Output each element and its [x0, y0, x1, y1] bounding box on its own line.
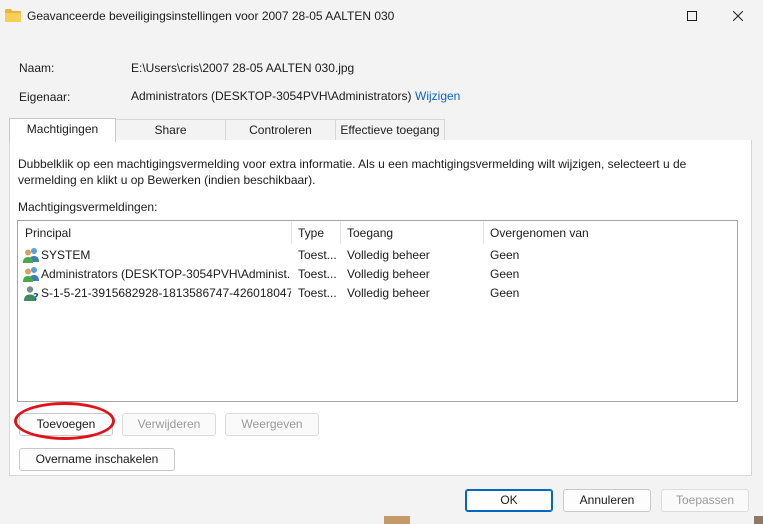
access-cell: Volledig beheer — [347, 248, 430, 262]
svg-text:?: ? — [33, 292, 39, 301]
window-title: Geavanceerde beveiligingsinstellingen vo… — [27, 9, 395, 23]
view-button[interactable]: Weergeven — [225, 413, 319, 436]
maximize-button[interactable] — [669, 0, 715, 32]
tab-label: Machtigingen — [26, 122, 99, 136]
table-row[interactable]: SYSTEM Toest... Volledig beheer Geen — [19, 245, 736, 265]
tab-permissions[interactable]: Machtigingen — [9, 118, 116, 142]
principal-cell: S-1-5-21-3915682928-1813586747-426018047… — [41, 286, 291, 300]
users-icon — [23, 248, 39, 263]
name-value: E:\Users\cris\2007 28-05 AALTEN 030.jpg — [131, 61, 355, 75]
column-header-label: Toegang — [347, 226, 394, 240]
users-icon — [23, 267, 39, 282]
inherited-cell: Geen — [490, 248, 520, 262]
table-row[interactable]: Administrators (DESKTOP-3054PVH\Administ… — [19, 264, 736, 284]
entries-label: Machtigingsvermeldingen: — [18, 200, 158, 214]
access-cell: Volledig beheer — [347, 267, 430, 281]
column-header-type[interactable]: Type — [292, 222, 341, 244]
principal-cell: Administrators (DESKTOP-3054PVH\Administ… — [41, 267, 291, 281]
type-cell: Toest... — [298, 248, 337, 262]
type-cell: Toest... — [298, 267, 337, 281]
type-cell: Toest... — [298, 286, 337, 300]
column-header-principal[interactable]: Principal — [19, 222, 292, 244]
title-bar: Geavanceerde beveiligingsinstellingen vo… — [0, 0, 763, 32]
access-cell: Volledig beheer — [347, 286, 430, 300]
background-window-edge — [384, 516, 410, 524]
apply-button[interactable]: Toepassen — [661, 489, 749, 512]
enable-inheritance-button[interactable]: Overname inschakelen — [19, 448, 175, 471]
inherited-cell: Geen — [490, 267, 520, 281]
name-label: Naam: — [19, 61, 55, 75]
close-button[interactable] — [715, 0, 761, 32]
remove-button[interactable]: Verwijderen — [122, 413, 216, 436]
description-text: Dubbelklik op een machtigingsvermelding … — [18, 157, 687, 187]
maximize-icon — [687, 11, 697, 21]
background-window-edge — [754, 516, 763, 524]
column-header-label: Overgenomen van — [490, 226, 589, 240]
column-header-label: Principal — [25, 226, 72, 240]
ok-button[interactable]: OK — [465, 489, 553, 512]
permission-entries-list[interactable]: Principal Type Toegang Overgenomen van S… — [17, 220, 738, 402]
owner-value: Administrators (DESKTOP-3054PVH\Administ… — [131, 89, 412, 103]
column-header-access[interactable]: Toegang — [341, 222, 484, 244]
tab-share[interactable]: Share — [115, 119, 226, 140]
tab-label: Controleren — [249, 123, 312, 137]
add-button[interactable]: Toevoegen — [19, 413, 113, 436]
change-owner-link[interactable]: Wijzigen — [415, 89, 460, 103]
tab-label: Share — [154, 123, 187, 137]
owner-label: Eigenaar: — [19, 90, 71, 104]
inherited-cell: Geen — [490, 286, 520, 300]
table-row[interactable]: ? S-1-5-21-3915682928-1813586747-4260180… — [19, 283, 736, 303]
close-icon — [733, 11, 743, 21]
tab-auditing[interactable]: Controleren — [225, 119, 336, 140]
tab-label: Effectieve toegang — [340, 123, 440, 137]
unknown-user-icon: ? — [24, 286, 39, 301]
column-header-label: Type — [298, 226, 325, 240]
folder-icon — [5, 9, 21, 22]
column-header-inherited[interactable]: Overgenomen van — [484, 222, 735, 244]
cancel-button[interactable]: Annuleren — [563, 489, 651, 512]
principal-cell: SYSTEM — [41, 248, 91, 262]
tab-effective-access[interactable]: Effectieve toegang — [335, 119, 445, 140]
